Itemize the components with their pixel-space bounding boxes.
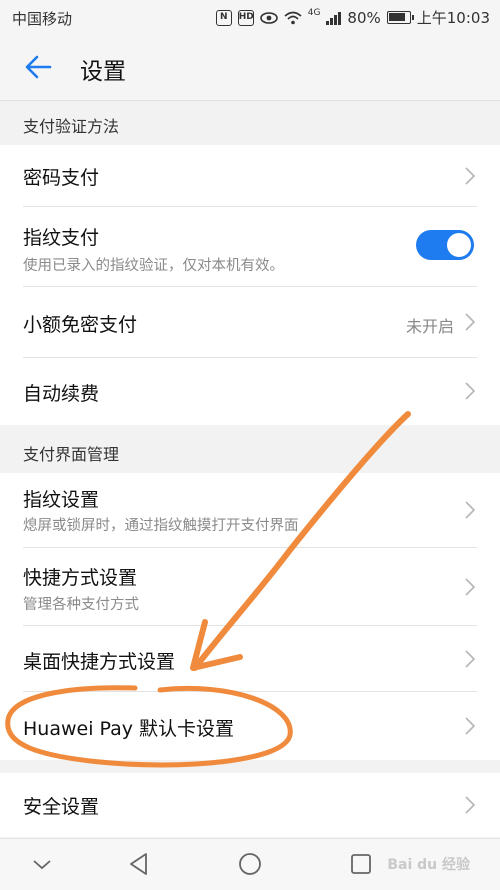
app-header: 设置 bbox=[0, 34, 500, 101]
nav-home-icon[interactable] bbox=[237, 851, 263, 877]
section-header-verification: 支付验证方法 bbox=[0, 101, 500, 145]
nfc-icon: N bbox=[215, 9, 232, 26]
item-label: 安全设置 bbox=[23, 796, 100, 818]
list-item-shortcut-settings[interactable]: 快捷方式设置 管理各种支付方式 bbox=[0, 548, 500, 626]
signal-icon bbox=[326, 11, 342, 25]
watermark: Bai du 经验 bbox=[387, 857, 470, 873]
fingerprint-pay-toggle[interactable] bbox=[416, 230, 474, 260]
chevron-right-icon bbox=[465, 796, 476, 814]
chevron-right-icon bbox=[465, 501, 476, 519]
chevron-right-icon bbox=[465, 382, 476, 400]
chevron-right-icon bbox=[465, 578, 476, 596]
wifi-icon bbox=[284, 11, 302, 24]
section-label: 支付界面管理 bbox=[23, 445, 120, 464]
list-item-fingerprint-settings[interactable]: 指纹设置 熄屏或锁屏时，通过指纹触摸打开支付界面 bbox=[0, 473, 500, 548]
chevron-down-icon[interactable] bbox=[29, 851, 55, 877]
section-label: 支付验证方法 bbox=[23, 117, 120, 136]
eye-icon bbox=[259, 11, 278, 24]
arrow-left-icon[interactable] bbox=[22, 50, 56, 84]
item-label: 小额免密支付 bbox=[23, 314, 138, 336]
list-item-password-pay[interactable]: 密码支付 bbox=[0, 145, 500, 207]
item-subtitle: 使用已录入的指纹验证，仅对本机有效。 bbox=[23, 258, 284, 274]
list-item-desktop-shortcut[interactable]: 桌面快捷方式设置 bbox=[0, 626, 500, 692]
list-item-huawei-pay-default-card[interactable]: Huawei Pay 默认卡设置 bbox=[0, 692, 500, 760]
item-label: 快捷方式设置 bbox=[23, 567, 138, 589]
carrier-name: 中国移动 bbox=[12, 10, 73, 28]
hd-icon: HD bbox=[237, 9, 254, 26]
battery-percent: 80% bbox=[347, 8, 381, 27]
battery-icon bbox=[386, 11, 414, 24]
item-label: 自动续费 bbox=[23, 383, 100, 405]
status-value: 未开启 bbox=[405, 317, 454, 336]
section-header-interface: 支付界面管理 bbox=[0, 429, 500, 473]
list-item-security-settings[interactable]: 安全设置 bbox=[0, 773, 500, 837]
item-label: 指纹支付 bbox=[23, 227, 100, 249]
status-icons: N HD 4G 80% 上午10:03 bbox=[215, 7, 490, 28]
chevron-right-icon bbox=[465, 167, 476, 185]
list-item-auto-renew[interactable]: 自动续费 bbox=[0, 358, 500, 425]
status-bar: 中国移动 N HD 4G 80% 上午10:03 bbox=[0, 0, 500, 34]
item-subtitle: 熄屏或锁屏时，通过指纹触摸打开支付界面 bbox=[23, 518, 299, 534]
item-label: Huawei Pay 默认卡设置 bbox=[23, 718, 235, 740]
nav-back-icon[interactable] bbox=[126, 851, 152, 877]
list-item-fingerprint-pay[interactable]: 指纹支付 使用已录入的指纹验证，仅对本机有效。 bbox=[0, 207, 500, 287]
chevron-right-icon bbox=[465, 717, 476, 735]
list-item-small-amount-pay[interactable]: 小额免密支付 未开启 bbox=[0, 287, 500, 358]
item-label: 密码支付 bbox=[23, 167, 100, 189]
item-label: 指纹设置 bbox=[23, 489, 100, 511]
item-subtitle: 管理各种支付方式 bbox=[23, 597, 139, 613]
item-label: 桌面快捷方式设置 bbox=[23, 651, 176, 673]
clock: 上午10:03 bbox=[416, 9, 490, 27]
chevron-right-icon bbox=[465, 313, 476, 331]
nav-recent-icon[interactable] bbox=[348, 851, 374, 877]
chevron-right-icon bbox=[465, 650, 476, 668]
page-title: 设置 bbox=[80, 59, 126, 85]
network-type: 4G bbox=[307, 7, 321, 18]
